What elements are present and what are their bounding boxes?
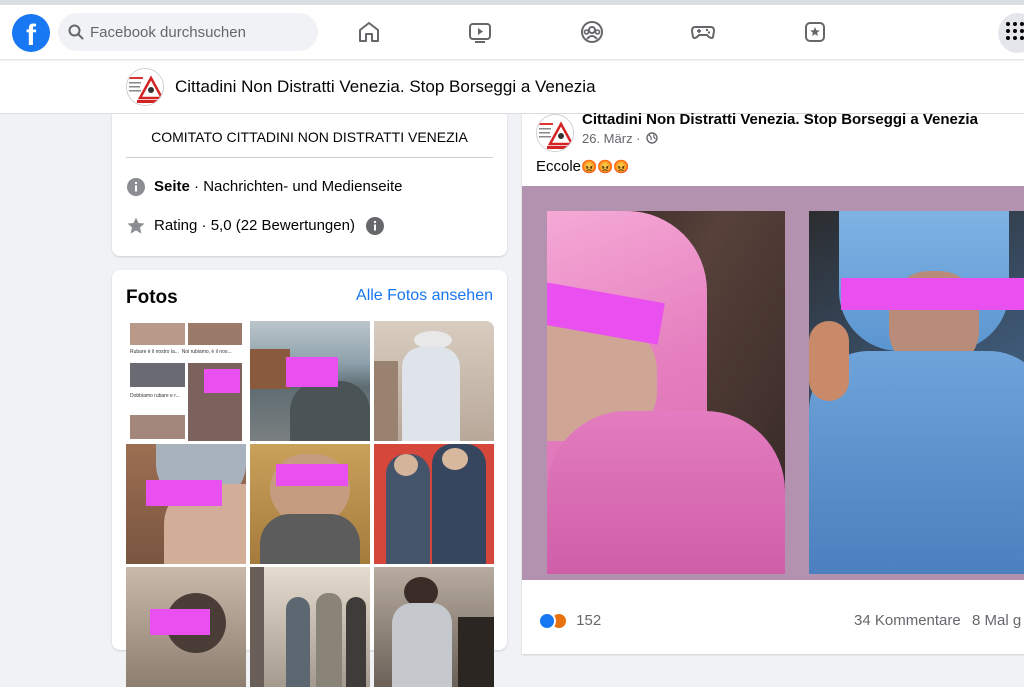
rating-text: Rating · 5,0 (22 Bewertungen) [154,216,355,234]
photo-thumbnail[interactable] [374,321,494,441]
reactions-summary[interactable]: 152 [538,612,602,631]
search-box[interactable] [58,13,318,51]
globe-icon [646,132,658,144]
gaming-icon[interactable] [690,19,716,45]
page-header-bar: Cittadini Non Distratti Venezia. Stop Bo… [0,61,1024,114]
reaction-count: 152 [576,612,602,629]
info-icon [127,178,145,196]
info-icon[interactable] [365,216,385,236]
menu-grid-icon[interactable] [998,13,1024,53]
shares-count-link[interactable]: 8 Mal g [972,612,1021,629]
groups-icon[interactable] [579,19,605,45]
watch-icon[interactable] [467,19,493,45]
search-icon [68,24,84,40]
post-author-name[interactable]: Cittadini Non Distratti Venezia. Stop Bo… [582,111,978,128]
photo-thumbnail[interactable] [250,321,370,441]
photo-thumbnail[interactable] [126,567,246,687]
photo-thumbnail[interactable] [126,444,246,564]
like-reaction-icon [538,612,556,631]
photo-thumbnail[interactable] [250,567,370,687]
post-author-avatar[interactable] [536,114,574,152]
post-card: Cittadini Non Distratti Venezia. Stop Bo… [522,111,1024,654]
post-photo[interactable] [809,211,1024,574]
bookmarks-icon[interactable] [802,19,828,45]
post-text: Eccole😡😡😡 [536,158,630,175]
warning-sign-icon [537,115,573,151]
post-photo[interactable] [547,211,785,574]
page-title[interactable]: Cittadini Non Distratti Venezia. Stop Bo… [175,77,596,97]
thumb-caption: Rubare è il nostro la... Noi rubiamo, è … [130,349,232,355]
page-type-row: Seite · Nachrichten- und Medienseite [126,177,402,197]
rating-row: Rating · 5,0 (22 Bewertungen) [126,216,393,236]
photos-title: Fotos [126,287,178,308]
post-timestamp[interactable]: 26. März · [582,131,658,146]
post-media[interactable] [522,186,1024,580]
photos-card: Fotos Alle Fotos ansehen Rubare è il nos… [112,270,507,687]
photo-thumbnail[interactable]: Rubare è il nostro la... Noi rubiamo, è … [126,321,246,441]
star-icon [127,217,145,234]
intro-card: COMITATO CITTADINI NON DISTRATTI VENEZIA… [112,114,507,256]
divider [126,157,493,158]
page-type-label: Seite [154,177,190,195]
page-category: · Nachrichten- und Medienseite [189,177,403,195]
warning-sign-icon [127,69,163,105]
comments-count-link[interactable]: 34 Kommentare [854,612,961,629]
facebook-logo[interactable]: f [12,14,50,52]
home-icon[interactable] [356,19,382,45]
angry-emoji: 😡😡😡 [581,159,630,174]
photo-thumbnail[interactable] [374,567,494,687]
intro-committee-text: COMITATO CITTADINI NON DISTRATTI VENEZIA [151,129,468,145]
thumb-caption: Dobbiamo rubare e r... [130,393,180,399]
see-all-photos-link[interactable]: Alle Fotos ansehen [356,287,493,305]
page-avatar[interactable] [126,68,164,106]
top-navigation-bar: f [0,0,1024,60]
photo-thumbnail[interactable] [250,444,370,564]
photo-thumbnail[interactable] [374,444,494,564]
search-input[interactable] [90,13,310,51]
